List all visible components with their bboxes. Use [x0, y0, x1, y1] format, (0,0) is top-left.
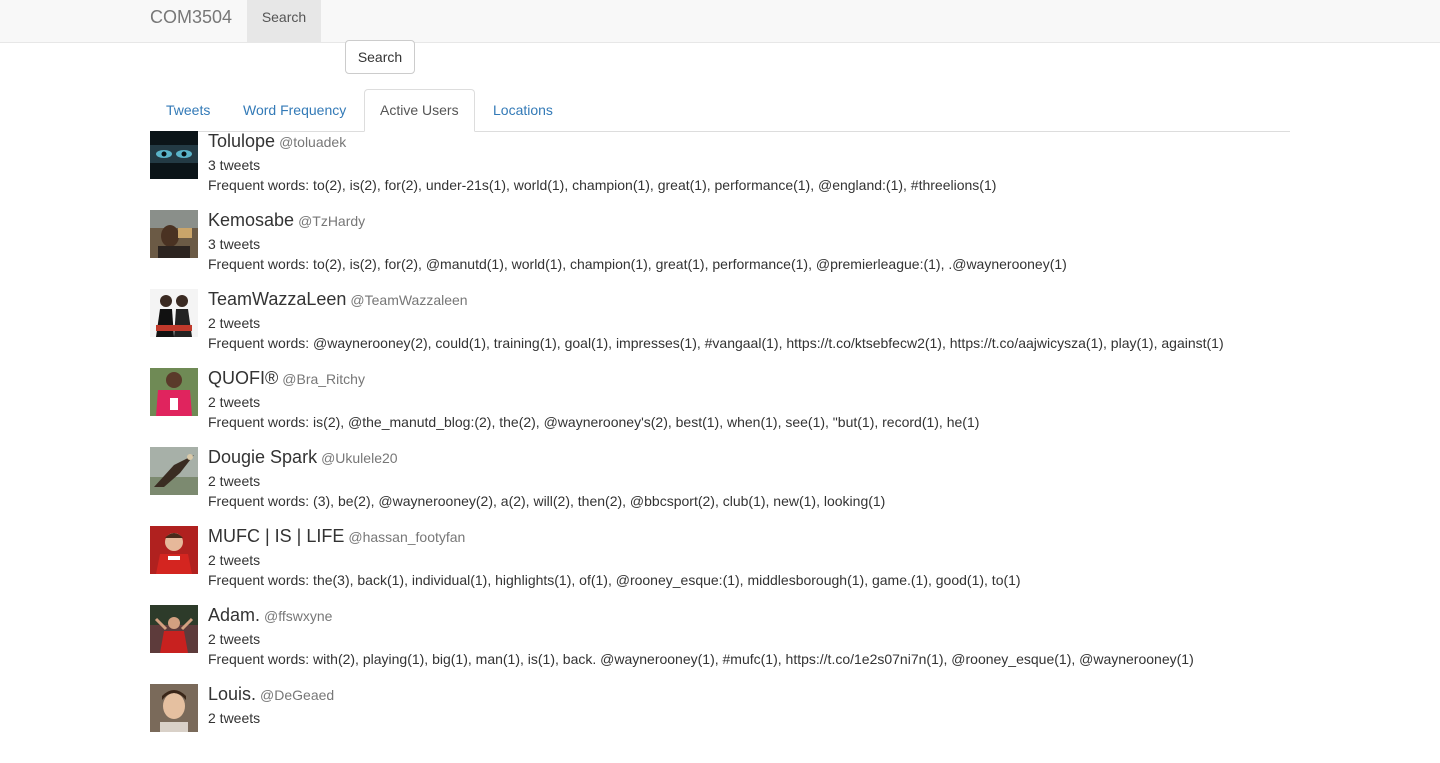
user-tweet-count: 3 tweets — [208, 236, 261, 252]
tab-bar: Tweets Word Frequency Active Users Locat… — [150, 89, 1290, 132]
user-tweet-count: 2 tweets — [208, 552, 261, 568]
avatar — [150, 447, 198, 495]
user-name: MUFC | IS | LIFE @hassan_footyfan — [208, 525, 465, 548]
user-frequent-words: Frequent words: the(3), back(1), individ… — [208, 572, 1021, 588]
user-item: MUFC | IS | LIFE @hassan_footyfan 2 tweet… — [150, 526, 1290, 605]
tab-tweets[interactable]: Tweets — [151, 89, 225, 131]
user-frequent-words: Frequent words: @waynerooney(2), could(1… — [208, 335, 1224, 351]
brand-logo[interactable]: COM3504 — [150, 0, 232, 42]
user-handle: @DeGeaed — [260, 687, 335, 703]
tab-locations[interactable]: Locations — [478, 89, 568, 131]
user-name: TeamWazzaLeen @TeamWazzaleen — [208, 288, 468, 311]
user-frequent-words: Frequent words: to(2), is(2), for(2), @m… — [208, 256, 1067, 272]
user-display-name: Dougie Spark — [208, 447, 318, 467]
user-display-name: TeamWazzaLeen — [208, 289, 347, 309]
navbar: COM3504 Search — [0, 0, 1440, 43]
user-name: Louis. @DeGeaed — [208, 683, 334, 706]
user-display-name: QUOFI® — [208, 368, 279, 388]
avatar — [150, 684, 198, 732]
user-frequent-words: Frequent words: is(2), @the_manutd_blog:… — [208, 414, 980, 430]
user-name: Dougie Spark @Ukulele20 — [208, 446, 398, 469]
user-item: Louis. @DeGeaed 2 tweets — [150, 684, 1290, 763]
user-frequent-words: Frequent words: with(2), playing(1), big… — [208, 651, 1194, 667]
user-frequent-words: Frequent words: (3), be(2), @waynerooney… — [208, 493, 886, 509]
tab-active-users[interactable]: Active Users — [364, 89, 475, 132]
tab-word-frequency[interactable]: Word Frequency — [228, 89, 361, 131]
user-display-name: MUFC | IS | LIFE — [208, 526, 345, 546]
user-handle: @TzHardy — [298, 213, 366, 229]
user-name: Tolulope @toluadek — [208, 130, 346, 153]
user-handle: @TeamWazzaleen — [350, 292, 468, 308]
user-item: Dougie Spark @Ukulele20 2 tweets Frequent… — [150, 447, 1290, 526]
avatar — [150, 210, 198, 258]
nav-search-link[interactable]: Search — [247, 0, 321, 42]
search-button[interactable]: Search — [345, 40, 415, 74]
user-item: TeamWazzaLeen @TeamWazzaleen 2 tweets Fre… — [150, 289, 1290, 368]
avatar — [150, 368, 198, 416]
user-item: Kemosabe @TzHardy 3 tweets Frequent words… — [150, 210, 1290, 289]
user-handle: @Bra_Ritchy — [282, 371, 365, 387]
avatar — [150, 526, 198, 574]
user-frequent-words: Frequent words: to(2), is(2), for(2), un… — [208, 177, 997, 193]
user-display-name: Adam. — [208, 605, 261, 625]
user-tweet-count: 2 tweets — [208, 394, 261, 410]
user-handle: @Ukulele20 — [321, 450, 398, 466]
user-tweet-count: 2 tweets — [208, 473, 261, 489]
user-name: Kemosabe @TzHardy — [208, 209, 365, 232]
user-tweet-count: 3 tweets — [208, 157, 261, 173]
avatar — [150, 605, 198, 653]
user-item: QUOFI® @Bra_Ritchy 2 tweets Frequent word… — [150, 368, 1290, 447]
user-tweet-count: 2 tweets — [208, 315, 261, 331]
user-handle: @toluadek — [279, 134, 347, 150]
avatar — [150, 131, 198, 179]
avatar — [150, 289, 198, 337]
user-item: Tolulope @toluadek 3 tweets Frequent word… — [150, 131, 1290, 210]
user-item: Adam. @ffswxyne 2 tweets Frequent words: … — [150, 605, 1290, 684]
user-tweet-count: 2 tweets — [208, 631, 261, 647]
user-name: QUOFI® @Bra_Ritchy — [208, 367, 365, 390]
user-handle: @hassan_footyfan — [348, 529, 466, 545]
user-display-name: Tolulope — [208, 131, 276, 151]
user-handle: @ffswxyne — [264, 608, 333, 624]
user-display-name: Kemosabe — [208, 210, 295, 230]
user-name: Adam. @ffswxyne — [208, 604, 332, 627]
user-display-name: Louis. — [208, 684, 257, 704]
user-tweet-count: 2 tweets — [208, 710, 261, 726]
